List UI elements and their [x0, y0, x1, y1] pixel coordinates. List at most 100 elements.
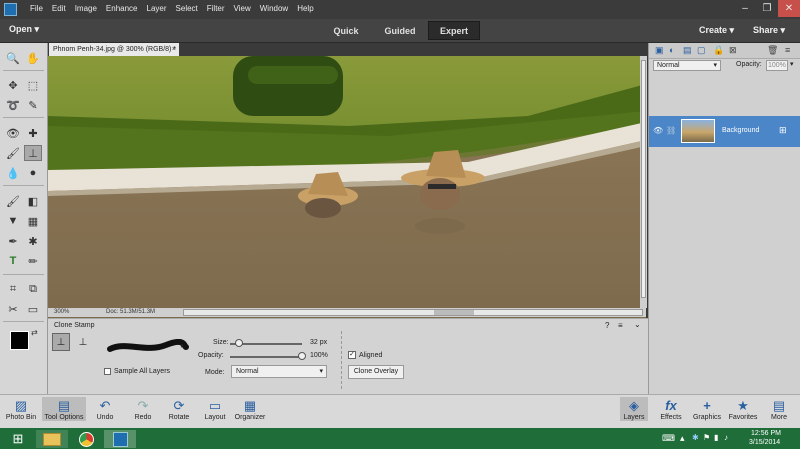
menu-select[interactable]: Select [176, 4, 198, 13]
close-button[interactable]: ✕ [778, 0, 800, 17]
chevron-down-icon[interactable]: ▾ [180, 342, 184, 350]
link-icon[interactable]: ⛓ [666, 126, 676, 135]
sponge-tool-icon[interactable]: ● [24, 165, 42, 181]
zoom-tool-icon[interactable]: 🔍 [4, 50, 22, 66]
effects-button[interactable]: fx Effects [657, 397, 685, 421]
create-button[interactable]: Create ▾ [699, 25, 734, 36]
share-button[interactable]: Share ▾ [753, 25, 785, 36]
tool-options-button[interactable]: ▤ Tool Options [42, 397, 86, 421]
blend-mode-select[interactable]: Normal ▾ [653, 60, 721, 71]
layers-button[interactable]: ◈ Layers [620, 397, 648, 421]
lasso-tool-icon[interactable]: ➰ [4, 97, 22, 113]
content-move-tool-icon[interactable]: ✂ [4, 301, 22, 317]
new-fill-layer-icon[interactable]: ◐ [669, 45, 674, 55]
sample-all-layers-checkbox[interactable] [104, 368, 111, 375]
layout-button[interactable]: ▭ Layout [200, 397, 230, 422]
move-tool-icon[interactable]: ✥ [4, 77, 22, 93]
straighten-tool-icon[interactable]: ▭ [24, 301, 42, 317]
red-eye-tool-icon[interactable]: 👁 [4, 125, 22, 141]
restore-button[interactable]: ❐ [756, 0, 778, 17]
layer-mask-icon[interactable]: ▢ [697, 45, 706, 56]
clone-stamp-mode-icon[interactable]: ⊥ [52, 333, 70, 351]
marquee-tool-icon[interactable]: ⬚ [24, 77, 42, 93]
blur-tool-icon[interactable]: 💧 [4, 165, 22, 181]
pencil-tool-icon[interactable]: ✏ [24, 253, 42, 269]
foreground-color-swatch[interactable] [10, 331, 29, 350]
size-slider-thumb[interactable] [234, 339, 243, 347]
layer-opacity-input[interactable]: 100% [766, 60, 788, 71]
crop-tool-icon[interactable]: ⌗ [4, 281, 22, 297]
volume-icon[interactable]: ♪ [724, 433, 728, 442]
aligned-checkbox[interactable]: ✓ [348, 351, 356, 359]
keyboard-icon[interactable]: ⌨ [662, 433, 675, 444]
gradient-tool-icon[interactable]: ▦ [24, 213, 42, 229]
menu-view[interactable]: View [234, 4, 251, 13]
vertical-scrollbar[interactable] [640, 56, 647, 308]
brush-tool-icon[interactable]: 🖌 [4, 193, 22, 209]
menu-filter[interactable]: Filter [207, 4, 225, 13]
custom-shape-tool-icon[interactable]: ✱ [24, 233, 42, 249]
panel-menu-icon[interactable]: ≡ [785, 45, 790, 55]
bluetooth-icon[interactable]: ✱ [692, 433, 699, 442]
more-button[interactable]: ▤ More [764, 397, 794, 422]
layer-row-background[interactable]: 👁 ⛓ Background ⊞ [649, 116, 800, 147]
recompose-tool-icon[interactable]: ⧉ [24, 281, 42, 297]
image-canvas[interactable] [48, 56, 646, 318]
menu-enhance[interactable]: Enhance [106, 4, 138, 13]
minimize-button[interactable]: – [734, 0, 756, 17]
visibility-eye-icon[interactable]: 👁 [653, 126, 663, 135]
swap-colors-icon[interactable]: ⇄ [31, 328, 38, 337]
type-tool-icon[interactable]: T [4, 253, 22, 269]
pattern-stamp-mode-icon[interactable]: ⊥ [74, 333, 92, 351]
smart-brush-tool-icon[interactable]: 🖌 [4, 145, 22, 161]
spot-healing-tool-icon[interactable]: ✚ [24, 125, 42, 141]
new-layer-icon[interactable]: ▣ [655, 45, 664, 56]
opacity-slider-track[interactable] [230, 356, 302, 358]
horizontal-scrollbar[interactable] [183, 309, 643, 316]
menu-image[interactable]: Image [75, 4, 97, 13]
close-tab-icon[interactable]: × [172, 43, 176, 56]
windows-start-icon[interactable]: ⊞ [2, 430, 34, 448]
menu-window[interactable]: Window [260, 4, 288, 13]
menu-file[interactable]: File [30, 4, 43, 13]
quick-selection-tool-icon[interactable]: ✎ [24, 97, 42, 113]
tab-quick[interactable]: Quick [322, 21, 370, 40]
chevron-down-icon[interactable]: ▾ [790, 60, 794, 68]
undo-button[interactable]: ↶ Undo [92, 397, 118, 422]
organizer-button[interactable]: ▦ Organizer [232, 397, 268, 422]
lock-icon[interactable]: 🔒 [713, 45, 724, 56]
menu-help[interactable]: Help [297, 4, 313, 13]
scroll-thumb[interactable] [641, 60, 646, 298]
help-icon[interactable]: ? [605, 321, 609, 330]
eraser-tool-icon[interactable]: ◧ [24, 193, 42, 209]
panel-menu-icon[interactable]: ≡ [618, 321, 623, 330]
chrome-icon[interactable] [70, 430, 102, 448]
tray-arrow-icon[interactable]: ▴ [680, 433, 685, 444]
redo-button[interactable]: ↷ Redo [130, 397, 156, 422]
menu-edit[interactable]: Edit [52, 4, 66, 13]
photo-bin-button[interactable]: ▨ Photo Bin [4, 397, 38, 422]
flag-icon[interactable]: ⚑ [703, 433, 710, 442]
photoshop-elements-taskbar-icon[interactable] [104, 430, 136, 448]
favorites-button[interactable]: ★ Favorites [727, 397, 759, 422]
opacity-slider-thumb[interactable] [298, 352, 306, 360]
menu-layer[interactable]: Layer [147, 4, 167, 13]
trash-icon[interactable]: 🗑 [767, 45, 778, 56]
document-tab[interactable]: Phnom Penh-34.jpg @ 300% (RGB/8) * × [49, 43, 179, 56]
file-explorer-icon[interactable] [36, 430, 68, 448]
tab-guided[interactable]: Guided [375, 21, 425, 40]
open-button[interactable]: Open ▾ [9, 24, 39, 35]
scroll-thumb[interactable] [434, 310, 474, 315]
hand-tool-icon[interactable]: ✋ [24, 50, 42, 66]
brush-preview[interactable] [106, 339, 190, 355]
clone-stamp-tool-icon[interactable]: ⊥ [24, 145, 42, 161]
collapse-icon[interactable]: ⌄ [634, 320, 641, 329]
rotate-button[interactable]: ⟳ Rotate [164, 397, 194, 422]
paint-bucket-tool-icon[interactable]: ▼ [4, 213, 22, 229]
lock-all-icon[interactable]: ⊠ [729, 45, 737, 56]
mode-select[interactable]: Normal ▾ [231, 365, 327, 378]
tab-expert[interactable]: Expert [428, 21, 480, 40]
network-icon[interactable]: ▮ [714, 433, 718, 442]
clone-overlay-button[interactable]: Clone Overlay [348, 365, 404, 379]
new-group-icon[interactable]: ▤ [683, 45, 692, 56]
